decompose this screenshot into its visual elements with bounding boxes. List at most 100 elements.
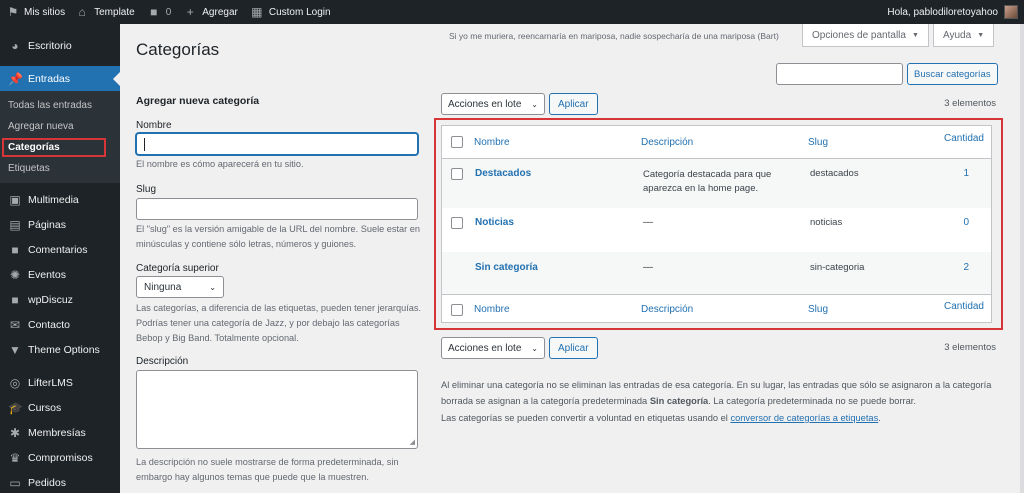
category-name-link[interactable]: Destacados: [475, 168, 531, 179]
submenu-item-tags[interactable]: Etiquetas: [0, 158, 120, 179]
sidebar-item-pedidos[interactable]: ▭ Pedidos: [0, 470, 120, 493]
categories-table: Nombre Descripción Slug Cantidad Destaca…: [441, 125, 992, 323]
submenu-label: Etiquetas: [8, 163, 50, 174]
search-categories-button[interactable]: Buscar categorías: [907, 63, 998, 85]
home-icon: ⌂: [78, 5, 86, 19]
sidebar-item-label: Eventos: [28, 268, 66, 281]
sidebar-item-eventos[interactable]: ✺ Eventos: [0, 262, 120, 287]
sidebar-item-contacto[interactable]: ✉ Contacto: [0, 312, 120, 337]
courses-icon: 🎓: [8, 400, 23, 415]
category-count-link[interactable]: 0: [963, 217, 969, 228]
sidebar-item-multimedia[interactable]: ▣ Multimedia: [0, 187, 120, 212]
parent-category-select[interactable]: Ninguna ⌄: [136, 276, 224, 298]
my-account-item[interactable]: Hola, pablodiloretoyahoo: [887, 5, 1024, 19]
table-row: Sin categoría — sin-categoria 2: [442, 252, 991, 294]
comment-bubble-icon: ■: [150, 5, 158, 19]
admin-sidebar: ◕ Escritorio 📌 Entradas Todas las entrad…: [0, 24, 120, 493]
sites-icon: ⚑: [7, 5, 19, 19]
custom-login-link[interactable]: Custom Login: [269, 7, 331, 18]
submenu-item-add-new[interactable]: Agregar nueva: [0, 116, 120, 137]
column-header-name[interactable]: Nombre: [474, 137, 510, 148]
custom-login-item[interactable]: ▦ Custom Login: [244, 0, 337, 24]
sidebar-item-comentarios[interactable]: ■ Comentarios: [0, 237, 120, 262]
orders-icon: ▭: [9, 475, 21, 490]
bulk-actions-value: Acciones en lote: [448, 98, 522, 110]
category-description: —: [643, 217, 653, 228]
new-content-link[interactable]: Agregar: [202, 7, 238, 18]
category-slug: noticias: [810, 217, 843, 228]
slug-field[interactable]: [136, 198, 418, 220]
events-icon: ✺: [9, 267, 21, 282]
submenu-item-all-posts[interactable]: Todas las entradas: [0, 95, 120, 116]
triangle-icon: ▼: [9, 342, 21, 357]
sidebar-item-theme-options[interactable]: ▼ Theme Options: [0, 337, 120, 362]
submenu-label: Todas las entradas: [8, 100, 92, 111]
note-text: Las categorías se pueden convertir a vol…: [441, 413, 731, 423]
slug-label: Slug: [136, 184, 157, 195]
search-input[interactable]: [776, 63, 903, 85]
select-all-checkbox-bottom[interactable]: [451, 304, 463, 316]
sidebar-item-wpdiscuz[interactable]: ■ wpDiscuz: [0, 287, 120, 312]
screen-options-button[interactable]: Opciones de pantalla ▼: [802, 24, 929, 47]
site-name-item[interactable]: ⌂ Template: [69, 0, 141, 24]
column-header-slug[interactable]: Slug: [808, 137, 828, 148]
scrollbar[interactable]: [1020, 24, 1024, 493]
memberships-icon: ✱: [9, 425, 21, 440]
my-sites-link[interactable]: Mis sitios: [24, 7, 65, 18]
pushpin-icon: 📌: [8, 71, 23, 86]
site-name-link[interactable]: Template: [94, 7, 135, 18]
new-content-item[interactable]: + Agregar: [177, 0, 244, 24]
category-name-link[interactable]: Sin categoría: [475, 262, 538, 273]
sidebar-item-label: LifterLMS: [28, 376, 73, 389]
sidebar-item-label: Compromisos: [28, 451, 93, 464]
sidebar-item-label: Escritorio: [28, 39, 72, 52]
resize-handle-icon[interactable]: ◢: [410, 438, 415, 446]
apply-button-bottom[interactable]: Aplicar: [549, 337, 598, 359]
description-label: Descripción: [136, 356, 189, 367]
chevron-down-icon: ⌄: [531, 343, 538, 353]
admin-bar: ⚑ Mis sitios ⌂ Template ■ 0 + Agregar ▦ …: [0, 0, 1024, 24]
column-footer-slug[interactable]: Slug: [808, 304, 828, 315]
category-count-link[interactable]: 1: [963, 168, 969, 179]
avatar[interactable]: [1004, 5, 1018, 19]
sidebar-item-label: Multimedia: [28, 193, 79, 206]
column-header-count[interactable]: Cantidad: [944, 133, 984, 144]
help-button[interactable]: Ayuda ▼: [933, 24, 995, 47]
category-tag-converter-link[interactable]: conversor de categorías a etiquetas: [730, 413, 878, 423]
row-checkbox[interactable]: [451, 217, 463, 229]
name-field[interactable]: [136, 133, 418, 155]
column-footer-count[interactable]: Cantidad: [944, 301, 984, 312]
comments-item[interactable]: ■ 0: [141, 0, 178, 24]
items-count-bottom: 3 elementos: [944, 342, 996, 353]
column-footer-description[interactable]: Descripción: [641, 304, 693, 315]
column-footer-name[interactable]: Nombre: [474, 304, 510, 315]
category-count-link[interactable]: 2: [963, 262, 969, 273]
sidebar-item-compromisos[interactable]: ♛ Compromisos: [0, 445, 120, 470]
greeting-text[interactable]: Hola, pablodiloretoyahoo: [887, 7, 998, 18]
sidebar-item-cursos[interactable]: 🎓 Cursos: [0, 395, 120, 420]
description-textarea[interactable]: ◢: [136, 370, 418, 449]
bulk-actions-value: Acciones en lote: [448, 342, 522, 354]
apply-button-top[interactable]: Aplicar: [549, 93, 598, 115]
comments-count[interactable]: 0: [166, 7, 172, 18]
dashboard-icon: ◕: [11, 38, 19, 53]
sidebar-item-dashboard[interactable]: ◕ Escritorio: [0, 33, 120, 58]
plus-icon: +: [186, 5, 194, 19]
sidebar-item-membresías[interactable]: ✱ Membresías: [0, 420, 120, 445]
sidebar-item-páginas[interactable]: ▤ Páginas: [0, 212, 120, 237]
sidebar-item-label: Cursos: [28, 401, 62, 414]
posts-submenu: Todas las entradas Agregar nueva Categor…: [0, 91, 120, 183]
wordpress-logo-item[interactable]: ⚑ Mis sitios: [0, 0, 69, 24]
select-all-checkbox[interactable]: [451, 136, 463, 148]
column-header-description[interactable]: Descripción: [641, 137, 693, 148]
note-bold: Sin categoría: [649, 396, 709, 406]
bulk-actions-select-top[interactable]: Acciones en lote ⌄: [441, 93, 545, 115]
submenu-item-categories[interactable]: Categorías: [0, 137, 120, 158]
category-name-link[interactable]: Noticias: [475, 217, 514, 228]
table-footer-row: Nombre Descripción Slug Cantidad: [442, 294, 991, 323]
row-checkbox[interactable]: [451, 168, 463, 180]
sidebar-item-posts[interactable]: 📌 Entradas: [0, 66, 120, 91]
sidebar-item-lifterlms[interactable]: ◎ LifterLMS: [0, 370, 120, 395]
media-icon: ▣: [9, 192, 21, 207]
bulk-actions-select-bottom[interactable]: Acciones en lote ⌄: [441, 337, 545, 359]
